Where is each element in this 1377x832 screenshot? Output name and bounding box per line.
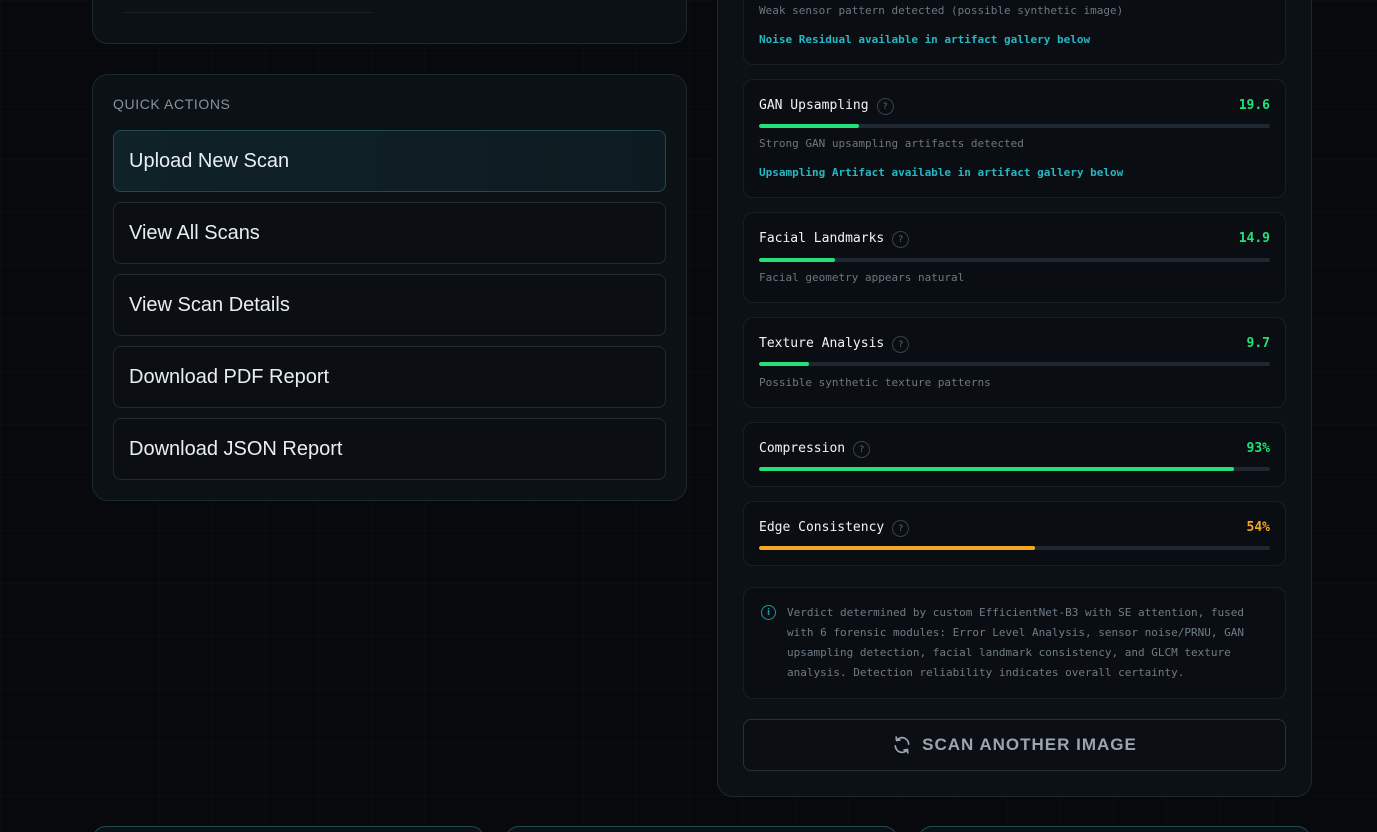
module-name: GAN Upsampling	[759, 97, 869, 113]
edge-consistency-module: Edge Consistency? 54%	[743, 501, 1286, 566]
upper-card	[92, 0, 687, 44]
module-score: 93%	[1246, 440, 1270, 456]
module-description: Facial geometry appears natural	[759, 271, 965, 284]
facial-landmarks-module: Facial Landmarks? 14.9 Facial geometry a…	[743, 212, 1286, 303]
verdict-note: Verdict determined by custom EfficientNe…	[787, 606, 1244, 679]
module-score: 19.6	[1238, 97, 1270, 113]
verdict-info-box: i Verdict determined by custom Efficient…	[743, 587, 1286, 699]
download-json-report-button[interactable]: Download JSON Report	[113, 418, 666, 480]
download-pdf-report-button[interactable]: Download PDF Report	[113, 346, 666, 408]
quick-actions-panel: QUICK ACTIONS Upload New Scan View All S…	[92, 74, 687, 501]
module-description: Strong GAN upsampling artifacts detected	[759, 137, 1024, 150]
view-all-scans-button[interactable]: View All Scans	[113, 202, 666, 264]
upload-new-scan-button[interactable]: Upload New Scan	[113, 130, 666, 192]
help-icon[interactable]: ?	[892, 231, 910, 248]
refresh-icon	[894, 736, 910, 754]
bottom-card	[505, 826, 898, 832]
info-icon: i	[761, 605, 776, 620]
score-bar	[759, 258, 1270, 262]
divider	[123, 12, 373, 13]
module-name: Facial Landmarks	[759, 230, 885, 246]
noise-residual-module: Weak sensor pattern detected (possible s…	[743, 0, 1286, 65]
noise-residual-description: Weak sensor pattern detected (possible s…	[759, 4, 1124, 17]
scan-another-image-button[interactable]: SCAN ANOTHER IMAGE	[743, 719, 1286, 771]
quick-actions-title: QUICK ACTIONS	[113, 96, 231, 112]
module-score: 54%	[1246, 519, 1270, 535]
score-bar	[759, 467, 1270, 471]
texture-analysis-module: Texture Analysis? 9.7 Possible synthetic…	[743, 317, 1286, 408]
module-name: Compression	[759, 440, 846, 456]
score-bar-fill	[759, 546, 1035, 550]
module-score: 14.9	[1238, 230, 1270, 246]
module-description: Possible synthetic texture patterns	[759, 376, 991, 389]
bottom-card	[92, 826, 485, 832]
module-name: Edge Consistency	[759, 519, 885, 535]
help-icon[interactable]: ?	[892, 336, 910, 353]
compression-module: Compression? 93%	[743, 422, 1286, 487]
score-bar-fill	[759, 467, 1235, 471]
module-score: 9.7	[1246, 335, 1270, 351]
score-bar	[759, 546, 1270, 550]
gan-upsampling-module: GAN Upsampling? 19.6 Strong GAN upsampli…	[743, 79, 1286, 198]
score-bar-fill	[759, 258, 836, 262]
module-name: Texture Analysis	[759, 335, 885, 351]
view-scan-details-button[interactable]: View Scan Details	[113, 274, 666, 336]
score-bar-fill	[759, 362, 809, 366]
score-bar	[759, 362, 1270, 366]
upsampling-artifact-link[interactable]: Upsampling Artifact available in artifac…	[759, 166, 1123, 179]
scan-another-label: SCAN ANOTHER IMAGE	[922, 735, 1137, 754]
noise-residual-artifact-link[interactable]: Noise Residual available in artifact gal…	[759, 33, 1090, 46]
help-icon[interactable]: ?	[892, 520, 910, 537]
score-bar-fill	[759, 124, 860, 128]
help-icon[interactable]: ?	[853, 441, 871, 458]
score-bar	[759, 124, 1270, 128]
help-icon[interactable]: ?	[876, 98, 894, 115]
bottom-card	[918, 826, 1311, 832]
